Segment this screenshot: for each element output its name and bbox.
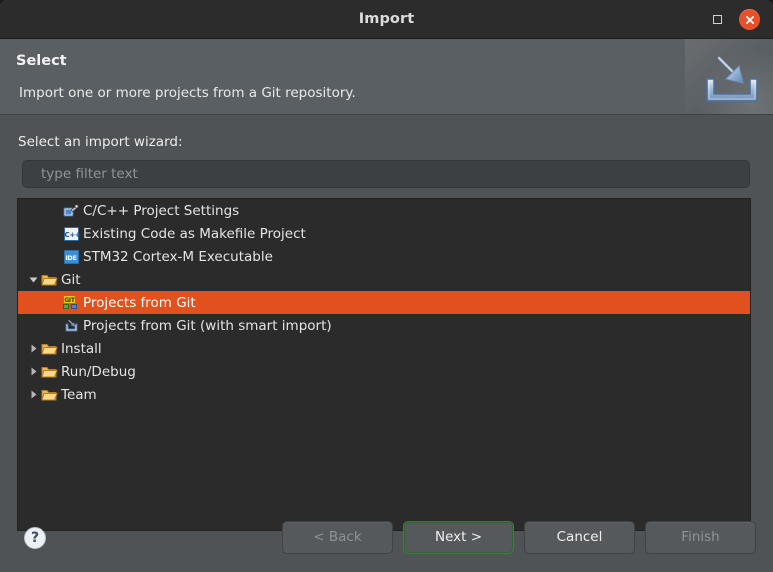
tree-item[interactable]: Install: [18, 337, 750, 360]
page-description: Import one or more projects from a Git r…: [19, 85, 356, 101]
tree-item-label: Team: [61, 386, 97, 403]
close-icon[interactable]: [739, 9, 760, 30]
tree-item[interactable]: Git: [18, 268, 750, 291]
cancel-button[interactable]: Cancel: [524, 521, 635, 554]
tree-item-label: Install: [61, 340, 102, 357]
tree-item[interactable]: Team: [18, 383, 750, 406]
import-wizard-label: Select an import wizard:: [18, 134, 183, 150]
folder-icon: [40, 341, 58, 357]
page-title: Select: [16, 53, 67, 69]
filter-input[interactable]: [22, 160, 750, 188]
tree-item[interactable]: C/C++ Project Settings: [18, 199, 750, 222]
tree-item-label: Projects from Git (with smart import): [83, 317, 332, 334]
smart-import-icon: [62, 318, 80, 334]
chevron-right-icon[interactable]: [26, 366, 40, 377]
cpp-settings-icon: [62, 203, 80, 219]
wizard-banner: Select Import one or more projects from …: [0, 39, 773, 115]
tree-item[interactable]: Run/Debug: [18, 360, 750, 383]
ide-badge-icon: IDE: [62, 249, 80, 265]
tree-item[interactable]: IDE STM32 Cortex-M Executable: [18, 245, 750, 268]
import-wizard-icon: [685, 39, 773, 114]
tree-item[interactable]: C++ Existing Code as Makefile Project: [18, 222, 750, 245]
tree-item-label: STM32 Cortex-M Executable: [83, 248, 273, 265]
tree-item[interactable]: Projects from Git (with smart import): [18, 314, 750, 337]
finish-button: Finish: [645, 521, 756, 554]
tree-item-label: Git: [61, 271, 81, 288]
chevron-right-icon[interactable]: [26, 389, 40, 400]
import-dialog-window: Import Select Import one or more project…: [0, 0, 773, 572]
chevron-right-icon[interactable]: [26, 343, 40, 354]
maximize-icon[interactable]: [709, 11, 726, 28]
folder-icon: [40, 364, 58, 380]
folder-icon: [40, 387, 58, 403]
import-wizard-tree[interactable]: C/C++ Project Settings C++ Existing Code a…: [17, 198, 751, 531]
tree-item-label: Existing Code as Makefile Project: [83, 225, 306, 242]
tree-item-label: C/C++ Project Settings: [83, 202, 240, 219]
dialog-button-row: < Back Next > Cancel Finish: [282, 521, 756, 554]
git-badge-icon: GIT: [62, 295, 80, 311]
help-icon[interactable]: ?: [24, 527, 46, 549]
back-button: < Back: [282, 521, 393, 554]
dialog-body: Select an import wizard: C/C++ Project S…: [0, 115, 773, 572]
tree-item[interactable]: GIT Projects from Git: [18, 291, 750, 314]
cpp-badge-icon: C++: [62, 226, 81, 242]
tree-item-label: Projects from Git: [83, 294, 196, 311]
next-button[interactable]: Next >: [403, 521, 514, 554]
window-title: Import: [358, 11, 415, 27]
chevron-down-icon[interactable]: [26, 274, 40, 285]
tree-item-label: Run/Debug: [61, 363, 136, 380]
title-bar: Import: [0, 0, 773, 39]
folder-icon: [40, 272, 58, 288]
